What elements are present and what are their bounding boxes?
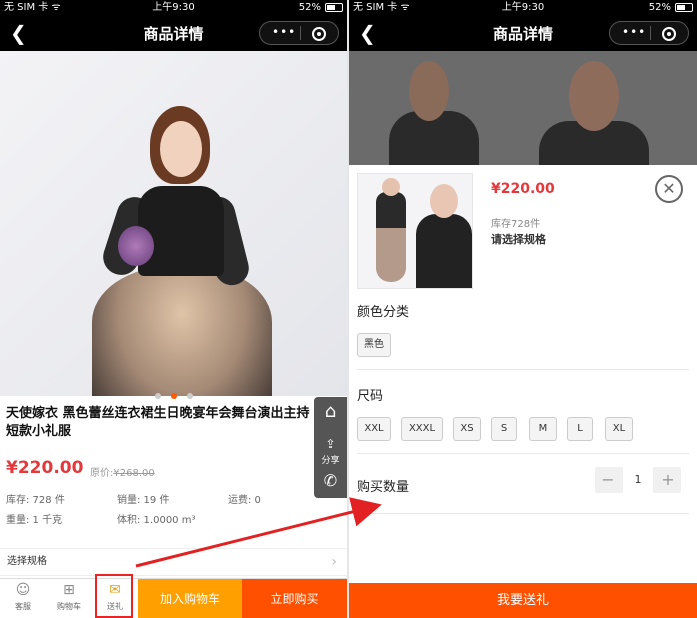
nav-bar: ❮ 商品详情 ••• <box>0 15 347 51</box>
face-illustration <box>409 61 449 121</box>
close-icon[interactable]: ✕ <box>655 175 683 203</box>
cart-label: 购物车 <box>57 602 81 611</box>
buy-now-button[interactable]: 立即购买 <box>242 579 347 618</box>
section-divider <box>357 369 689 370</box>
face-illustration <box>430 184 458 218</box>
bottom-action-bar: ☺ 客服 ⊞ 购物车 ✉ 送礼 加入购物车 立即购买 <box>0 574 347 618</box>
status-bar: 无 SIM 卡 ᯤ 上午9:30 52% <box>0 0 347 15</box>
size-option-s[interactable]: S <box>491 417 517 441</box>
section-divider <box>357 513 689 514</box>
face-illustration <box>160 121 202 177</box>
bouquet-illustration <box>118 226 154 266</box>
section-divider <box>357 453 689 454</box>
quantity-value[interactable]: 1 <box>623 467 653 493</box>
gift-highlight-box <box>95 574 133 618</box>
spec-bottom-sheet: ¥220.00 库存728件 请选择规格 ✕ 颜色分类 黑色 尺码 XXL XX… <box>349 165 697 618</box>
service-button[interactable]: ☺ 客服 <box>0 579 46 618</box>
carousel-indicator <box>0 384 347 403</box>
capsule-divider <box>300 26 301 40</box>
original-price-value: ¥268.00 <box>113 468 155 479</box>
sheet-stock: 库存728件 <box>491 219 541 230</box>
share-icon[interactable]: ⇪ <box>314 437 347 451</box>
sales-info: 销量: 19 件 <box>117 495 170 506</box>
face-illustration <box>569 61 619 131</box>
more-icon[interactable]: ••• <box>622 25 646 39</box>
cart-button[interactable]: ⊞ 购物车 <box>46 579 92 618</box>
battery-icon <box>675 3 693 12</box>
share-label[interactable]: 分享 <box>314 453 347 466</box>
sheet-price: ¥220.00 <box>491 181 555 197</box>
size-option-l[interactable]: L <box>567 417 593 441</box>
clock: 上午9:30 <box>501 2 545 13</box>
dress-illustration <box>416 214 472 288</box>
quantity-section-title: 购买数量 <box>357 480 410 495</box>
sheet-choose-hint: 请选择规格 <box>491 233 546 246</box>
chat-icon: ☺ <box>15 582 31 598</box>
product-thumbnail <box>357 173 473 289</box>
size-option-m[interactable]: M <box>529 417 557 441</box>
close-miniprogram-icon[interactable] <box>662 27 676 41</box>
size-option-xxl[interactable]: XXL <box>357 417 391 441</box>
product-price: ¥220.00 <box>6 458 84 478</box>
dress-illustration <box>376 192 406 282</box>
shipping-info: 运费: 0 <box>228 495 261 506</box>
add-to-cart-button[interactable]: 加入购物车 <box>138 579 242 618</box>
size-section-title: 尺码 <box>357 389 384 404</box>
size-option-xxxl[interactable]: XXXL <box>401 417 443 441</box>
original-price-label: 原价: <box>90 468 114 479</box>
battery-icon <box>325 3 343 12</box>
home-icon[interactable]: ⌂ <box>314 401 347 422</box>
product-title: 天使嫁衣 黑色蕾丝连衣裙生日晚宴年会舞台演出主持短款小礼服 <box>6 406 310 439</box>
stock-info: 库存: 728 件 <box>6 495 65 506</box>
select-spec-label: 选择规格 <box>7 556 47 567</box>
size-option-xl[interactable]: XL <box>605 417 633 441</box>
nav-bar: ❮ 商品详情 ••• <box>349 15 697 51</box>
select-spec-row[interactable]: 选择规格 › <box>0 548 347 576</box>
clock: 上午9:30 <box>152 2 195 13</box>
status-bar: 无 SIM 卡 ᯤ 上午9:30 52% <box>349 0 697 15</box>
capsule-divider <box>650 26 651 40</box>
battery-percent: 52% <box>648 2 671 13</box>
color-option-black[interactable]: 黑色 <box>357 333 391 357</box>
send-gift-button[interactable]: 我要送礼 <box>349 583 697 618</box>
chevron-right-icon: › <box>331 554 337 570</box>
quantity-minus-button[interactable]: − <box>595 467 621 493</box>
quantity-stepper: − 1 + <box>595 467 681 493</box>
close-miniprogram-icon[interactable] <box>312 27 326 41</box>
product-image-carousel[interactable] <box>0 51 347 396</box>
color-section-title: 颜色分类 <box>357 305 410 320</box>
weight-info: 重量: 1 千克 <box>6 515 63 526</box>
quantity-plus-button[interactable]: + <box>655 467 681 493</box>
phone-icon[interactable]: ✆ <box>314 471 347 490</box>
product-detail-screen: 无 SIM 卡 ᯤ 上午9:30 52% ❮ 商品详情 ••• 天使嫁衣 黑色蕾… <box>0 0 347 618</box>
mini-program-capsule: ••• <box>259 21 339 45</box>
carousel-dot[interactable] <box>186 393 193 399</box>
service-label: 客服 <box>15 602 31 611</box>
dress-bodice-illustration <box>138 186 224 276</box>
original-price: 原价:¥268.00 <box>90 464 155 479</box>
mini-program-capsule: ••• <box>609 21 689 45</box>
face-illustration <box>382 178 400 196</box>
dress-skirt-illustration <box>92 266 272 396</box>
spec-select-screen: 无 SIM 卡 ᯤ 上午9:30 52% ❮ 商品详情 ••• ¥220.00 … <box>349 0 697 618</box>
cart-icon: ⊞ <box>63 582 75 598</box>
carousel-dot-active[interactable] <box>170 393 177 399</box>
battery-percent: 52% <box>298 2 321 13</box>
volume-info: 体积: 1.0000 m³ <box>117 515 196 526</box>
size-option-xs[interactable]: XS <box>453 417 481 441</box>
more-icon[interactable]: ••• <box>272 25 296 39</box>
floating-toolbar: ⌂ ⇪ 分享 ✆ <box>314 397 347 498</box>
dimmed-background-overlay[interactable] <box>349 51 697 165</box>
carousel-dot[interactable] <box>154 393 161 399</box>
